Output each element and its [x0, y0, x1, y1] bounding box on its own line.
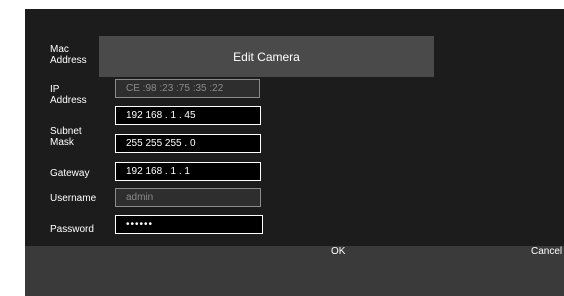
gateway-field[interactable]: 192 168 . 1 . 1: [115, 162, 261, 181]
password-field[interactable]: ••••••: [115, 215, 263, 234]
mac-address-field: CE :98 :23 :75 :35 :22: [115, 79, 260, 98]
username-field: admin: [115, 188, 261, 207]
dialog-footer: OK Cancel: [25, 246, 564, 296]
ok-button[interactable]: OK: [331, 246, 345, 257]
dialog-title: Edit Camera: [99, 36, 434, 77]
gateway-label: Gateway: [50, 168, 90, 179]
ip-address-field[interactable]: 192 168 . 1 . 45: [115, 106, 261, 125]
username-label: Username: [50, 193, 97, 204]
edit-camera-dialog: Edit Camera Mac Address IP Address Subne…: [25, 9, 564, 296]
password-label: Password: [50, 224, 94, 235]
cancel-button[interactable]: Cancel: [531, 246, 562, 257]
subnet-mask-field[interactable]: 255 255 255 . 0: [115, 134, 261, 153]
ip-address-label: IP Address: [50, 84, 87, 106]
mac-address-label: Mac Address: [50, 44, 87, 66]
subnet-mask-label: Subnet Mask: [50, 126, 82, 148]
